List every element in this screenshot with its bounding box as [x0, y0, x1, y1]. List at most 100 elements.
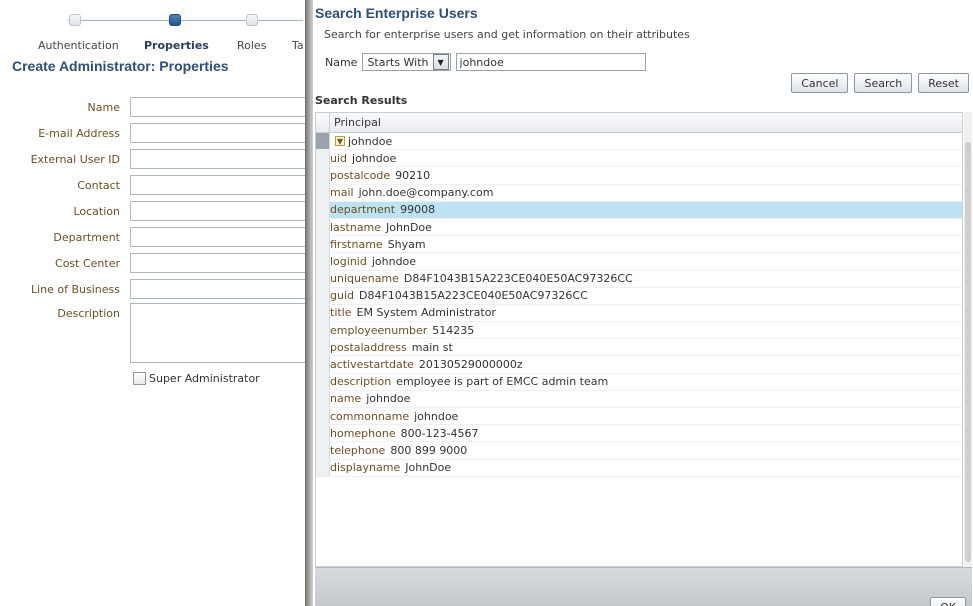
name-search-input[interactable] — [455, 53, 646, 71]
row-header — [316, 304, 330, 322]
attribute-row[interactable]: homephone 800-123-4567 — [316, 425, 962, 443]
attribute-value: employee is part of EMCC admin team — [396, 375, 609, 389]
wizard-train: Authentication Properties Roles Ta — [0, 10, 305, 52]
attribute-row[interactable]: activestartdate 20130529000000z — [316, 356, 962, 374]
row-header — [316, 425, 330, 442]
attribute-value: 800 899 9000 — [390, 443, 468, 457]
cost-center-input[interactable] — [130, 253, 305, 273]
scrollbar-thumb[interactable] — [965, 142, 971, 562]
step-roles-label[interactable]: Roles — [237, 39, 266, 52]
description-textarea[interactable] — [130, 303, 305, 363]
name-search-row: Name Starts With ▼ — [325, 53, 646, 71]
principal-row[interactable]: ▼ johndoe — [316, 133, 962, 151]
attribute-name: postalcode — [330, 168, 391, 182]
attribute-row[interactable]: displayname JohnDoe — [316, 459, 962, 477]
attribute-cell: mail john.doe@company.com — [330, 186, 493, 199]
row-header — [316, 339, 330, 356]
name-label: Name — [87, 101, 120, 114]
attribute-cell: uniquename D84F1043B15A223CE040E50AC97326… — [330, 272, 633, 285]
chevron-down-icon[interactable]: ▼ — [432, 54, 449, 70]
location-label: Location — [73, 205, 120, 218]
match-operator-select[interactable]: Starts With ▼ — [362, 53, 451, 71]
attribute-value: 90210 — [395, 168, 431, 182]
attribute-row[interactable]: lastname JohnDoe — [316, 218, 962, 237]
row-header — [316, 442, 330, 459]
attribute-value: 20130529000000z — [418, 358, 523, 372]
contact-input[interactable] — [130, 175, 305, 195]
email-input[interactable] — [130, 123, 305, 143]
attribute-row[interactable]: firstname Shyam — [316, 236, 962, 254]
step-authentication-node[interactable] — [69, 14, 81, 26]
attribute-cell: homephone 800-123-4567 — [330, 427, 479, 440]
super-admin-option[interactable]: Super Administrator — [133, 372, 260, 385]
principal-name: johndoe — [348, 134, 393, 148]
attribute-value: 514235 — [432, 323, 475, 337]
attribute-name: homephone — [330, 426, 396, 440]
reset-button[interactable]: Reset — [918, 73, 969, 93]
attribute-row[interactable]: commonname johndoe — [316, 408, 962, 426]
row-header — [316, 408, 330, 425]
attribute-row[interactable]: description employee is part of EMCC admi… — [316, 373, 962, 391]
step-properties-node[interactable] — [169, 14, 181, 26]
collapse-triangle-icon[interactable]: ▼ — [335, 136, 345, 147]
attribute-value: johndoe — [371, 254, 417, 268]
attribute-value: 99008 — [400, 203, 436, 217]
attribute-value: johndoe — [414, 409, 459, 423]
email-label: E-mail Address — [38, 127, 120, 140]
super-admin-checkbox[interactable] — [133, 372, 146, 385]
attribute-row[interactable]: title EM System Administrator — [316, 304, 962, 323]
attribute-name: activestartdate — [330, 358, 414, 372]
attribute-cell: telephone 800 899 9000 — [330, 444, 467, 457]
search-users-dialog: Search Enterprise Users Search for enter… — [313, 0, 973, 606]
results-scrollbar[interactable] — [964, 112, 972, 567]
step-authentication-label[interactable]: Authentication — [38, 39, 119, 52]
external-user-id-input[interactable] — [130, 149, 305, 169]
cancel-button[interactable]: Cancel — [791, 73, 849, 93]
attribute-name: postaladdress — [330, 340, 407, 354]
row-header — [316, 459, 330, 476]
name-row: Name — [0, 97, 305, 119]
attribute-name: title — [330, 306, 352, 320]
attribute-row[interactable]: name johndoe — [316, 390, 962, 408]
line-of-business-input[interactable] — [130, 279, 305, 299]
description-row: Description — [0, 303, 305, 365]
name-input[interactable] — [130, 97, 305, 117]
step-roles-node[interactable] — [246, 14, 258, 26]
attribute-row[interactable]: loginid johndoe — [316, 253, 962, 271]
step-properties-label[interactable]: Properties — [144, 39, 209, 52]
attribute-row[interactable]: telephone 800 899 9000 — [316, 442, 962, 460]
location-row: Location — [0, 201, 305, 223]
principal-cell: ▼ johndoe — [330, 135, 392, 148]
dialog-title: Search Enterprise Users — [315, 5, 478, 21]
principal-column-header[interactable]: Principal — [330, 113, 381, 132]
department-row: Department — [0, 227, 305, 249]
attribute-name: guid — [330, 289, 354, 303]
attribute-row[interactable]: department 99008 — [316, 201, 962, 219]
row-header — [316, 167, 330, 184]
row-header — [316, 287, 330, 304]
attribute-row[interactable]: mail john.doe@company.com — [316, 184, 962, 202]
attribute-row[interactable]: uid johndoe — [316, 150, 962, 168]
attribute-row[interactable]: uniquename D84F1043B15A223CE040E50AC97326… — [316, 270, 962, 288]
search-button[interactable]: Search — [854, 73, 913, 93]
row-header — [316, 218, 330, 236]
attribute-value: JohnDoe — [405, 461, 452, 475]
page-title: Create Administrator: Properties — [12, 58, 229, 74]
attribute-name: description — [330, 375, 392, 389]
location-input[interactable] — [130, 201, 305, 221]
attribute-name: mail — [330, 186, 354, 200]
department-input[interactable] — [130, 227, 305, 247]
row-header — [316, 373, 330, 390]
row-header — [316, 356, 330, 373]
ok-button[interactable]: OK — [930, 597, 966, 606]
attribute-name: lastname — [330, 220, 382, 234]
attribute-row[interactable]: postaladdress main st — [316, 339, 962, 357]
attribute-row[interactable]: guid D84F1043B15A223CE040E50AC97326CC — [316, 287, 962, 305]
attribute-row[interactable]: postalcode 90210 — [316, 167, 962, 185]
attribute-rows: uid johndoe postalcode 90210 mail john.doe@co… — [316, 150, 962, 477]
step-next-label[interactable]: Ta — [292, 39, 304, 52]
attribute-row[interactable]: employeenumber 514235 — [316, 322, 962, 340]
attribute-name: department — [330, 203, 396, 217]
attribute-value: JohnDoe — [386, 220, 432, 234]
contact-row: Contact — [0, 175, 305, 197]
